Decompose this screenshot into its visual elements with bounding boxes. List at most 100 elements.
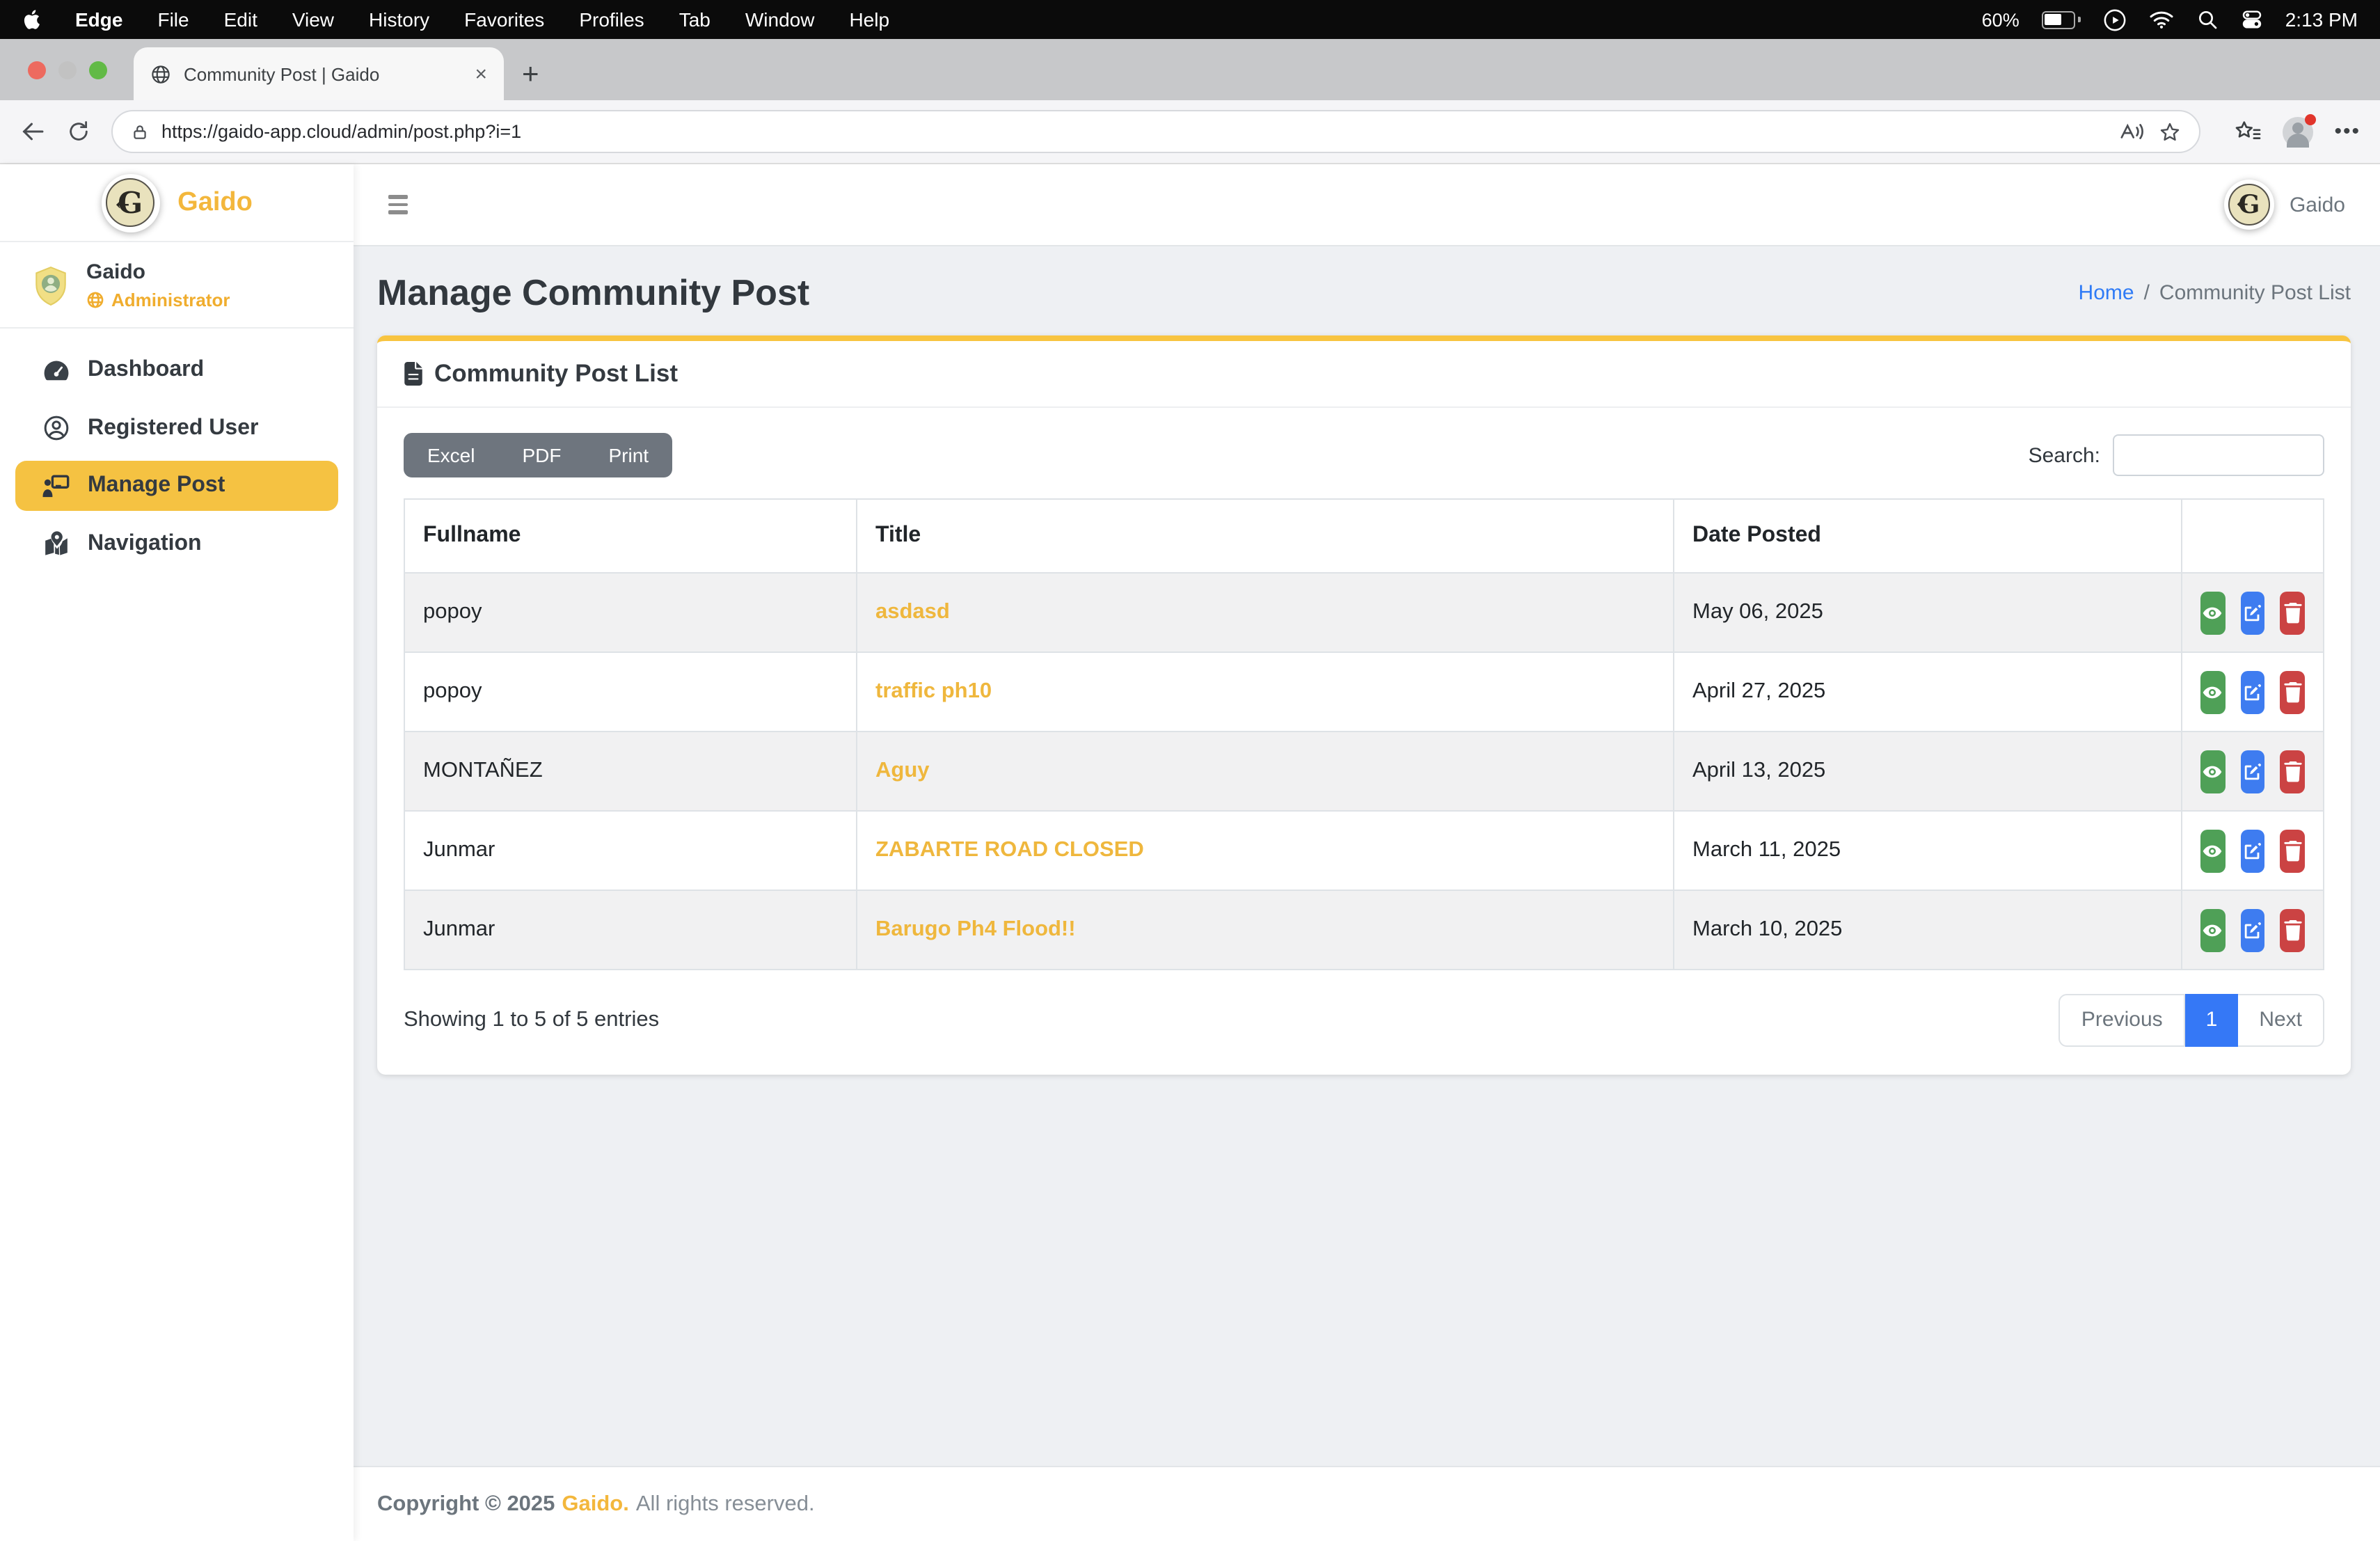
- menu-item-file[interactable]: File: [157, 8, 189, 31]
- menu-item-history[interactable]: History: [369, 8, 429, 31]
- browser-tab[interactable]: Community Post | Gaido ×: [134, 47, 504, 100]
- view-button[interactable]: [2200, 591, 2225, 634]
- menu-item-edit[interactable]: Edit: [224, 8, 257, 31]
- view-button[interactable]: [2200, 670, 2225, 713]
- minimize-window-button[interactable]: [58, 61, 77, 79]
- collections-icon[interactable]: [2234, 120, 2262, 143]
- edit-button[interactable]: [2240, 750, 2264, 793]
- table-row: MONTAÑEZ Aguy April 13, 2025: [404, 732, 2324, 811]
- circle-user-icon: [42, 415, 70, 441]
- gaido-logo-icon: G←: [101, 173, 159, 232]
- post-title-link[interactable]: asdasd: [875, 600, 950, 624]
- print-button[interactable]: Print: [585, 433, 672, 477]
- spotlight-search-icon[interactable]: [2196, 8, 2219, 31]
- delete-button[interactable]: [2280, 670, 2305, 713]
- tab-title: Community Post | Gaido: [184, 63, 462, 84]
- read-aloud-icon[interactable]: [2120, 121, 2146, 142]
- favorite-star-icon[interactable]: [2159, 120, 2181, 143]
- sidebar-nav: Dashboard Registered User Manage Post: [0, 329, 354, 586]
- refresh-icon[interactable]: [67, 120, 90, 143]
- back-icon[interactable]: [19, 120, 46, 143]
- view-button[interactable]: [2200, 908, 2225, 951]
- lock-icon[interactable]: [131, 122, 149, 141]
- delete-button[interactable]: [2280, 591, 2305, 634]
- topbar-brand-name[interactable]: Gaido: [2290, 193, 2345, 216]
- sidebar-item-navigation[interactable]: Navigation: [15, 518, 338, 569]
- pdf-button[interactable]: PDF: [498, 433, 585, 477]
- post-title-link[interactable]: traffic ph10: [875, 679, 992, 703]
- breadcrumb-home-link[interactable]: Home: [2079, 281, 2134, 305]
- close-tab-icon[interactable]: ×: [475, 63, 487, 84]
- community-post-card: Community Post List Excel PDF Print Sear…: [377, 335, 2351, 1075]
- edit-button[interactable]: [2240, 670, 2264, 713]
- post-title-link[interactable]: Barugo Ph4 Flood!!: [875, 917, 1076, 941]
- browser-menu-icon[interactable]: •••: [2334, 120, 2361, 143]
- main-column: G← Gaido Manage Community Post Home / Co…: [354, 164, 2380, 1541]
- footer-brand: Gaido.: [562, 1492, 628, 1517]
- sidebar-item-label: Registered User: [88, 416, 258, 441]
- file-lines-icon: [404, 362, 423, 386]
- entries-info: Showing 1 to 5 of 5 entries: [404, 1008, 659, 1033]
- clock[interactable]: 2:13 PM: [2285, 8, 2358, 31]
- control-center-icon[interactable]: [2241, 8, 2263, 31]
- sidebar: G← Gaido Gaido Administrator: [0, 164, 354, 1541]
- sidebar-item-registered-user[interactable]: Registered User: [15, 402, 338, 454]
- view-button[interactable]: [2200, 829, 2225, 872]
- cell-fullname: MONTAÑEZ: [404, 732, 857, 811]
- search-input[interactable]: [2113, 434, 2324, 476]
- top-header: G← Gaido: [354, 164, 2380, 246]
- cell-date: April 13, 2025: [1674, 732, 2182, 811]
- edit-button[interactable]: [2240, 591, 2264, 634]
- menu-app-name[interactable]: Edge: [75, 8, 122, 31]
- url-bar[interactable]: https://gaido-app.cloud/admin/post.php?i…: [111, 110, 2200, 153]
- battery-percent: 60%: [1982, 9, 2020, 30]
- post-title-link[interactable]: Aguy: [875, 759, 930, 782]
- zoom-window-button[interactable]: [89, 61, 107, 79]
- notification-dot: [2305, 113, 2316, 125]
- new-tab-button[interactable]: +: [522, 60, 539, 89]
- battery-icon[interactable]: [2042, 10, 2081, 29]
- profile-avatar[interactable]: [2283, 116, 2313, 147]
- sidebar-item-manage-post[interactable]: Manage Post: [15, 461, 338, 511]
- menu-item-profiles[interactable]: Profiles: [579, 8, 644, 31]
- page-title: Manage Community Post: [377, 271, 809, 315]
- header-title[interactable]: Title: [857, 499, 1674, 573]
- excel-button[interactable]: Excel: [404, 433, 498, 477]
- hamburger-menu-icon[interactable]: [388, 196, 408, 214]
- cell-date: May 06, 2025: [1674, 573, 2182, 652]
- pagination-page-1-button[interactable]: 1: [2185, 994, 2239, 1047]
- edit-button[interactable]: [2240, 908, 2264, 951]
- menu-item-help[interactable]: Help: [849, 8, 889, 31]
- copyright-text: Copyright © 2025: [377, 1492, 555, 1517]
- delete-button[interactable]: [2280, 908, 2305, 951]
- menu-item-window[interactable]: Window: [745, 8, 815, 31]
- view-button[interactable]: [2200, 750, 2225, 793]
- header-date-posted[interactable]: Date Posted: [1674, 499, 2182, 573]
- menu-item-favorites[interactable]: Favorites: [464, 8, 544, 31]
- pagination: Previous 1 Next: [2059, 994, 2324, 1047]
- breadcrumb-current: Community Post List: [2159, 281, 2351, 305]
- header-fullname[interactable]: Fullname: [404, 499, 857, 573]
- sidebar-item-dashboard[interactable]: Dashboard: [15, 345, 338, 395]
- pagination-next-button[interactable]: Next: [2238, 994, 2324, 1047]
- cell-fullname: popoy: [404, 652, 857, 732]
- post-title-link[interactable]: ZABARTE ROAD CLOSED: [875, 838, 1144, 862]
- wifi-icon[interactable]: [2149, 10, 2174, 29]
- card-header: Community Post List: [377, 341, 2351, 408]
- playback-icon[interactable]: [2103, 8, 2127, 31]
- table-header-row: Fullname Title Date Posted: [404, 499, 2324, 573]
- edit-button[interactable]: [2240, 829, 2264, 872]
- card-title: Community Post List: [434, 359, 678, 388]
- user-shield-icon: [33, 265, 68, 306]
- pagination-previous-button[interactable]: Previous: [2059, 994, 2185, 1047]
- delete-button[interactable]: [2280, 750, 2305, 793]
- cell-date: March 10, 2025: [1674, 890, 2182, 970]
- menu-item-tab[interactable]: Tab: [679, 8, 711, 31]
- sidebar-brand[interactable]: G← Gaido: [0, 164, 354, 242]
- apple-icon[interactable]: [22, 8, 40, 31]
- close-window-button[interactable]: [28, 61, 46, 79]
- menu-item-view[interactable]: View: [292, 8, 334, 31]
- delete-button[interactable]: [2280, 829, 2305, 872]
- url-text[interactable]: https://gaido-app.cloud/admin/post.php?i…: [161, 121, 2107, 142]
- screen: Edge File Edit View History Favorites Pr…: [0, 0, 2380, 1541]
